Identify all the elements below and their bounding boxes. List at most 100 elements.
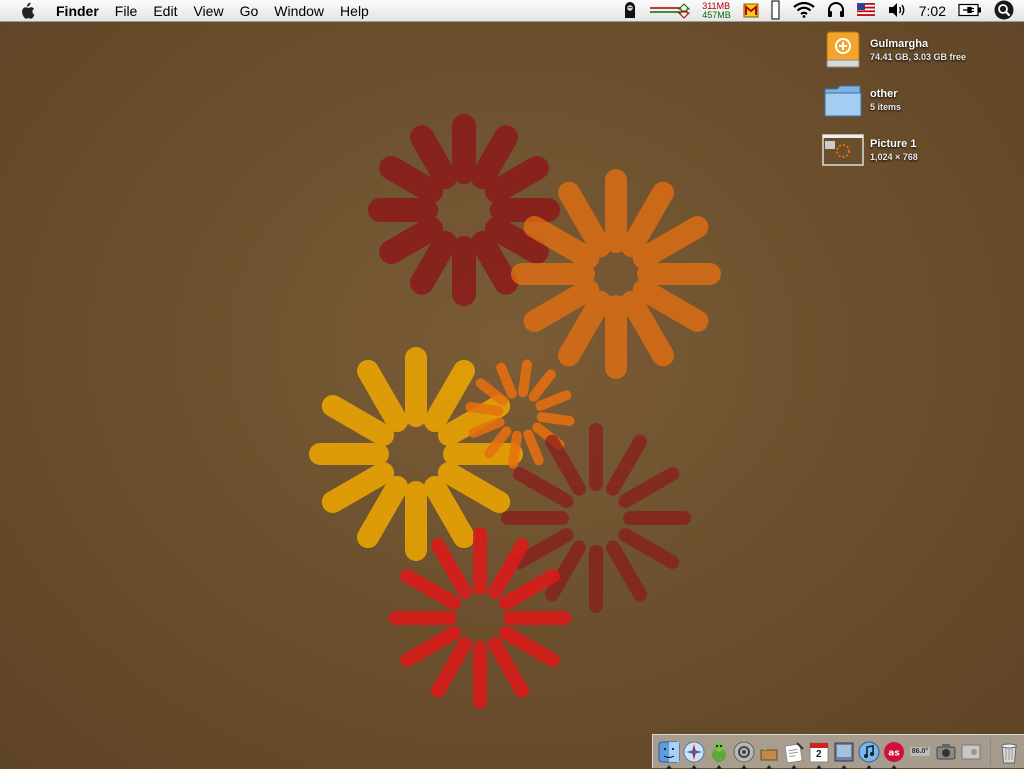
- spinner-spoke: [488, 636, 529, 698]
- spinner-spoke: [357, 475, 408, 549]
- camera-icon: [936, 743, 956, 759]
- dock-app-5[interactable]: [757, 738, 781, 769]
- spinner-spoke: [471, 230, 518, 295]
- desktop-icon-detail: 5 items: [870, 102, 902, 112]
- dock-safari[interactable]: [682, 738, 706, 769]
- dock-itunes[interactable]: [857, 738, 881, 769]
- spinner-spoke: [496, 362, 517, 399]
- menu-window[interactable]: Window: [266, 0, 332, 22]
- dock-screenshot[interactable]: [934, 738, 958, 766]
- dock-preview[interactable]: [832, 738, 856, 769]
- spinner-spoke: [618, 528, 680, 569]
- apple-window-icon: [961, 744, 981, 759]
- folder-icon: [822, 79, 864, 121]
- spinner-spoke: [400, 569, 462, 610]
- spinner-spoke: [484, 156, 549, 203]
- menu-file[interactable]: File: [107, 0, 146, 22]
- desktop-icon-detail: 1,024 × 768: [870, 152, 918, 162]
- dock-ical[interactable]: 2: [807, 738, 831, 769]
- gear-icon: [733, 741, 755, 762]
- spinner-spoke: [321, 462, 395, 513]
- spinner-spoke: [498, 569, 560, 610]
- memory-monitor[interactable]: 311MB 457MB: [702, 2, 731, 20]
- spinner-spoke: [498, 626, 560, 667]
- spinner-spoke: [471, 125, 518, 190]
- dock-weather[interactable]: 86.0°: [907, 738, 933, 766]
- trash-icon: [1001, 743, 1017, 763]
- spinner-spoke: [536, 412, 575, 426]
- grim-reaper-icon[interactable]: [622, 1, 638, 22]
- spinner-spoke: [410, 125, 457, 190]
- headphones-icon[interactable]: [827, 1, 845, 21]
- desktop-icon-picture-1[interactable]: Picture 1 1,024 × 768: [822, 128, 1022, 172]
- spinner-spoke: [379, 217, 444, 264]
- menu-bar: Finder File Edit View Go Window Help 311…: [0, 0, 1024, 22]
- spinner-spoke: [424, 475, 475, 549]
- us-flag-input-icon[interactable]: [856, 2, 876, 19]
- dock-textedit[interactable]: [782, 738, 806, 769]
- spinner-spoke: [357, 359, 408, 433]
- desktop-icon-name: Picture 1: [870, 138, 917, 150]
- spinner-spoke: [379, 156, 444, 203]
- volume-icon[interactable]: [887, 2, 907, 21]
- spinner-spoke: [508, 430, 522, 469]
- desktop-icon-gulmargha[interactable]: Gulmargha 74.41 GB, 3.03 GB free: [822, 28, 1022, 72]
- spinner-spoke: [535, 390, 572, 411]
- menu-clock[interactable]: 7:02: [919, 3, 946, 19]
- apple-menu-icon[interactable]: [16, 1, 38, 20]
- spinner-spoke: [321, 395, 395, 446]
- lastfm-icon: as: [884, 741, 904, 762]
- dock-adium[interactable]: [707, 738, 731, 769]
- menu-help[interactable]: Help: [332, 0, 377, 22]
- dock-separator: [990, 737, 991, 766]
- desktop-icon-name: Gulmargha: [870, 38, 929, 50]
- spinner-spoke: [475, 378, 508, 406]
- spinner-spoke: [431, 538, 472, 600]
- spinner-spoke: [400, 626, 462, 667]
- memory-free-value: 457MB: [702, 10, 731, 20]
- spinner-spoke: [437, 462, 511, 513]
- spotlight-search-icon[interactable]: [994, 0, 1014, 23]
- spinner-spoke: [618, 467, 680, 508]
- weather-temperature: 86.0°: [909, 747, 931, 756]
- menu-go[interactable]: Go: [232, 0, 267, 22]
- compass-icon: [683, 741, 705, 762]
- spinner-spoke: [518, 359, 532, 398]
- dock: 2 as 86.0°: [652, 734, 1024, 769]
- dock-app-13[interactable]: [959, 738, 983, 766]
- spinner-spoke: [424, 359, 475, 433]
- green-duck-icon: [712, 741, 726, 762]
- dock-finder[interactable]: [657, 738, 681, 769]
- gmail-notifier-icon[interactable]: [743, 1, 759, 22]
- preview-icon: [834, 742, 854, 761]
- spinner-spoke: [545, 434, 586, 496]
- music-note-icon: [858, 741, 880, 762]
- tools-icon: [760, 743, 778, 760]
- svg-text:as: as: [888, 748, 899, 758]
- spinner-spoke: [410, 230, 457, 295]
- calendar-day: 2: [816, 748, 822, 760]
- dock-lastfm[interactable]: as: [882, 738, 906, 769]
- spinner-spoke: [512, 467, 574, 508]
- dock-system-preferences[interactable]: [732, 738, 756, 769]
- power-plug-battery-icon[interactable]: [958, 3, 982, 20]
- desktop-icon-name: other: [870, 88, 898, 100]
- wifi-icon[interactable]: [793, 1, 815, 21]
- firewire-drive-icon: [822, 29, 864, 71]
- menu-view[interactable]: View: [185, 0, 231, 22]
- spinner-spoke: [606, 434, 647, 496]
- desktop-icon-other[interactable]: other 5 items: [822, 78, 1022, 122]
- dock-trash[interactable]: [997, 738, 1021, 766]
- menu-edit[interactable]: Edit: [145, 0, 185, 22]
- spinner-spoke: [528, 369, 556, 402]
- battery-level-icon[interactable]: [771, 0, 781, 23]
- menu-finder[interactable]: Finder: [48, 0, 107, 22]
- finder-icon: [658, 741, 680, 762]
- spinner-spoke: [523, 429, 544, 466]
- document-pen-icon: [784, 741, 804, 763]
- spinner-spoke: [431, 636, 472, 698]
- image-file-icon: [822, 129, 864, 171]
- desktop-icon-detail: 74.41 GB, 3.03 GB free: [870, 52, 967, 62]
- network-activity-icon[interactable]: [650, 3, 691, 19]
- menu-extras: 311MB 457MB 7:02: [616, 0, 1024, 22]
